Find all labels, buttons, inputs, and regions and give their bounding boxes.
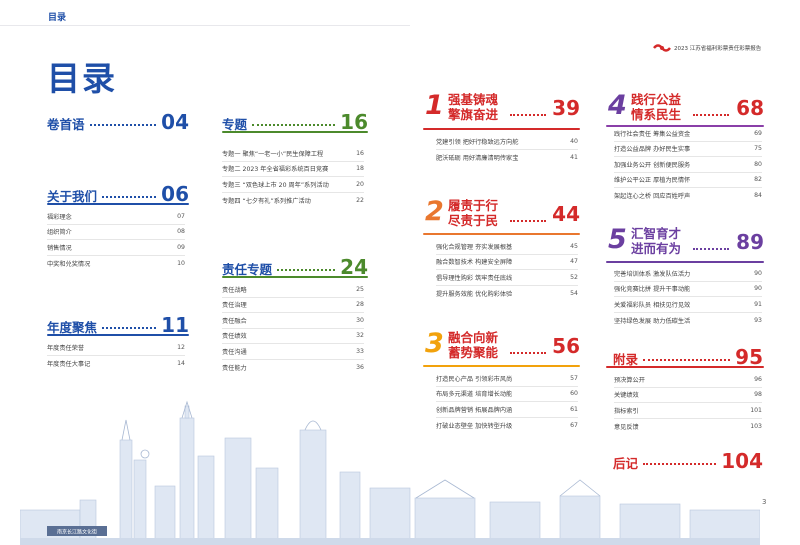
toc-item[interactable]: 党建引领 把好行稳致远方向舵 40 bbox=[436, 134, 578, 150]
toc-item[interactable]: 责任融合 30 bbox=[222, 313, 364, 329]
city-skyline-illustration: 南京长江路文化街 bbox=[20, 400, 760, 545]
toc-chapter-2[interactable]: 2 履责于行 尽责于民 44 bbox=[423, 194, 580, 230]
toc-item[interactable]: 关爱福彩队员 相扶见行见效 91 bbox=[614, 297, 762, 313]
toc-item[interactable]: 专题一 聚焦“一老一小”民生保障工程 16 bbox=[222, 146, 364, 162]
toc-item[interactable]: 维护公平公正 厚植为民情怀 82 bbox=[614, 173, 762, 188]
report-title: 2023 江苏省福利彩票责任彩票报告 bbox=[674, 46, 762, 52]
skyline-sign: 南京长江路文化街 bbox=[57, 529, 97, 536]
toc-chapter-5[interactable]: 5 汇智育才 进而有为 89 bbox=[606, 222, 764, 258]
section-underline bbox=[222, 276, 368, 278]
toc-item[interactable]: 责任沟通 33 bbox=[222, 344, 364, 360]
dot-leader bbox=[102, 196, 157, 198]
section-underline bbox=[423, 128, 580, 130]
toc-item[interactable]: 架起连心之桥 回应百姓呼声 84 bbox=[614, 188, 762, 204]
toc-item[interactable]: 责任战略 25 bbox=[222, 282, 364, 298]
toc-section-preface[interactable]: 卷首语 04 bbox=[47, 110, 189, 134]
toc-item[interactable]: 坚持绿色发展 助力低碳生活 93 bbox=[614, 313, 762, 329]
toc-item[interactable]: 预决算公开 96 bbox=[614, 372, 762, 388]
toc-item[interactable]: 加强业务公开 创新便民服务 80 bbox=[614, 157, 762, 173]
toc-item[interactable]: 专题二 2023 年全省福彩系统百日竞赛 18 bbox=[222, 162, 364, 177]
section-underline bbox=[47, 334, 189, 336]
page-number: 3 bbox=[762, 498, 767, 506]
toc-item[interactable]: 打造公益品牌 办好民生实事 75 bbox=[614, 142, 762, 157]
toc-item[interactable]: 专题三 “双色球上市 20 周年”系列活动 20 bbox=[222, 177, 364, 193]
toc-item[interactable]: 提升服务效能 优化购彩体验 54 bbox=[436, 286, 578, 302]
toc-item[interactable]: 融合数智技术 构建安全屏障 47 bbox=[436, 255, 578, 270]
toc-item[interactable]: 年度责任荣誉 12 bbox=[47, 340, 185, 356]
header-label: 目录 bbox=[48, 13, 67, 23]
toc-item[interactable]: 强化合规管理 夯实发展根基 45 bbox=[436, 239, 578, 255]
chapter-page: 68 bbox=[736, 96, 764, 120]
toc-item[interactable]: 销售情况 09 bbox=[47, 240, 185, 256]
toc-item[interactable]: 专题四 “七夕有礼”系列推广活动 22 bbox=[222, 193, 364, 209]
toc-item[interactable]: 打造民心产品 引领彩市风尚 57 bbox=[436, 371, 578, 387]
chapter-title: 履责于行 尽责于民 bbox=[448, 198, 499, 228]
dot-leader bbox=[510, 352, 546, 354]
chapter-title: 强基铸魂 擎旗奋进 bbox=[448, 92, 499, 122]
section-page: 04 bbox=[161, 110, 189, 134]
toc-item[interactable]: 年度责任大事记 14 bbox=[47, 356, 185, 372]
chapter-number: 4 bbox=[608, 90, 627, 121]
toc-item[interactable]: 责任治理 28 bbox=[222, 298, 364, 313]
section-underline bbox=[423, 233, 580, 235]
dot-leader bbox=[102, 327, 157, 329]
toc-item[interactable]: 中奖和兑奖情况 10 bbox=[47, 256, 185, 272]
dot-leader bbox=[693, 114, 729, 116]
chapter-title: 汇智育才 进而有为 bbox=[631, 226, 682, 256]
chapter-number: 3 bbox=[425, 328, 444, 359]
chapter-title: 融合向新 蓄势聚能 bbox=[448, 330, 499, 360]
toc-chapter-4[interactable]: 4 践行公益 情系民生 68 bbox=[606, 88, 764, 124]
chapter-number: 5 bbox=[608, 224, 627, 255]
toc-item[interactable]: 强化竞赛比拼 提升干事动能 90 bbox=[614, 282, 762, 297]
chapter-number: 1 bbox=[425, 90, 444, 121]
toc-item[interactable]: 践行社会责任 筹集公益资金 69 bbox=[614, 126, 762, 142]
header-divider bbox=[0, 25, 410, 26]
lottery-logo-icon bbox=[653, 44, 671, 52]
dot-leader bbox=[693, 248, 729, 250]
toc-item[interactable]: 肥沃砥砺 用好清廉清明传家宝 41 bbox=[436, 150, 578, 166]
dot-leader bbox=[643, 359, 731, 361]
toc-chapter-1[interactable]: 1 强基铸魂 擎旗奋进 39 bbox=[423, 88, 580, 124]
section-underline bbox=[423, 365, 580, 367]
dot-leader bbox=[89, 124, 157, 126]
toc-item[interactable]: 责任能力 36 bbox=[222, 360, 364, 376]
dot-leader bbox=[252, 124, 336, 126]
section-underline bbox=[47, 203, 189, 205]
toc-item[interactable]: 完善培训体系 激发队伍活力 90 bbox=[614, 266, 762, 282]
dot-leader bbox=[510, 114, 546, 116]
dot-leader bbox=[277, 269, 336, 271]
toc-chapter-3[interactable]: 3 融合向新 蓄势聚能 56 bbox=[423, 326, 580, 362]
toc-item[interactable]: 倡导理性购彩 筑牢责任底线 52 bbox=[436, 270, 578, 286]
section-title: 卷首语 bbox=[47, 117, 85, 132]
toc-item[interactable]: 组织简介 08 bbox=[47, 225, 185, 240]
section-underline bbox=[606, 261, 764, 263]
toc-item[interactable]: 福彩理念 07 bbox=[47, 209, 185, 225]
dot-leader bbox=[510, 220, 546, 222]
chapter-page: 56 bbox=[552, 334, 580, 358]
chapter-page: 44 bbox=[552, 202, 580, 226]
page-title: 目录 bbox=[47, 59, 117, 98]
toc-item[interactable]: 责任绩效 32 bbox=[222, 329, 364, 344]
chapter-number: 2 bbox=[425, 196, 444, 227]
chapter-page: 39 bbox=[552, 96, 580, 120]
section-underline bbox=[606, 366, 764, 368]
section-underline bbox=[222, 131, 368, 133]
chapter-title: 践行公益 情系民生 bbox=[631, 92, 682, 122]
chapter-page: 89 bbox=[736, 230, 764, 254]
